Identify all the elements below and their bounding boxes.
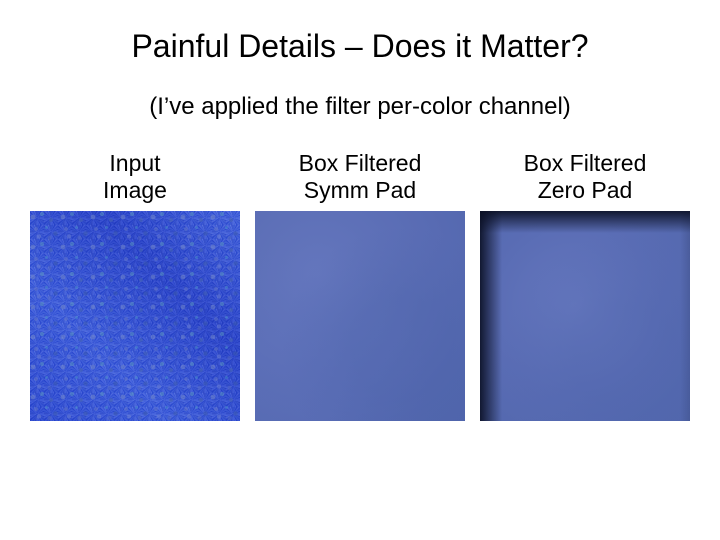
box-filtered-zero-pad-image <box>480 211 690 421</box>
input-image <box>30 211 240 421</box>
panel-label-symm: Box FilteredSymm Pad <box>299 149 422 205</box>
box-filtered-symm-pad-image <box>255 211 465 421</box>
slide: Painful Details – Does it Matter? (I’ve … <box>0 0 720 540</box>
panel-zero: Box FilteredZero Pad <box>480 149 690 421</box>
panel-input: InputImage <box>30 149 240 421</box>
panel-label-zero: Box FilteredZero Pad <box>524 149 647 205</box>
panel-label-input: InputImage <box>103 149 167 205</box>
panels-row: InputImage Box FilteredSymm Pad Box Filt… <box>0 149 720 421</box>
slide-subtitle: (I’ve applied the filter per-color chann… <box>0 93 720 121</box>
panel-symm: Box FilteredSymm Pad <box>255 149 465 421</box>
slide-title: Painful Details – Does it Matter? <box>0 0 720 65</box>
